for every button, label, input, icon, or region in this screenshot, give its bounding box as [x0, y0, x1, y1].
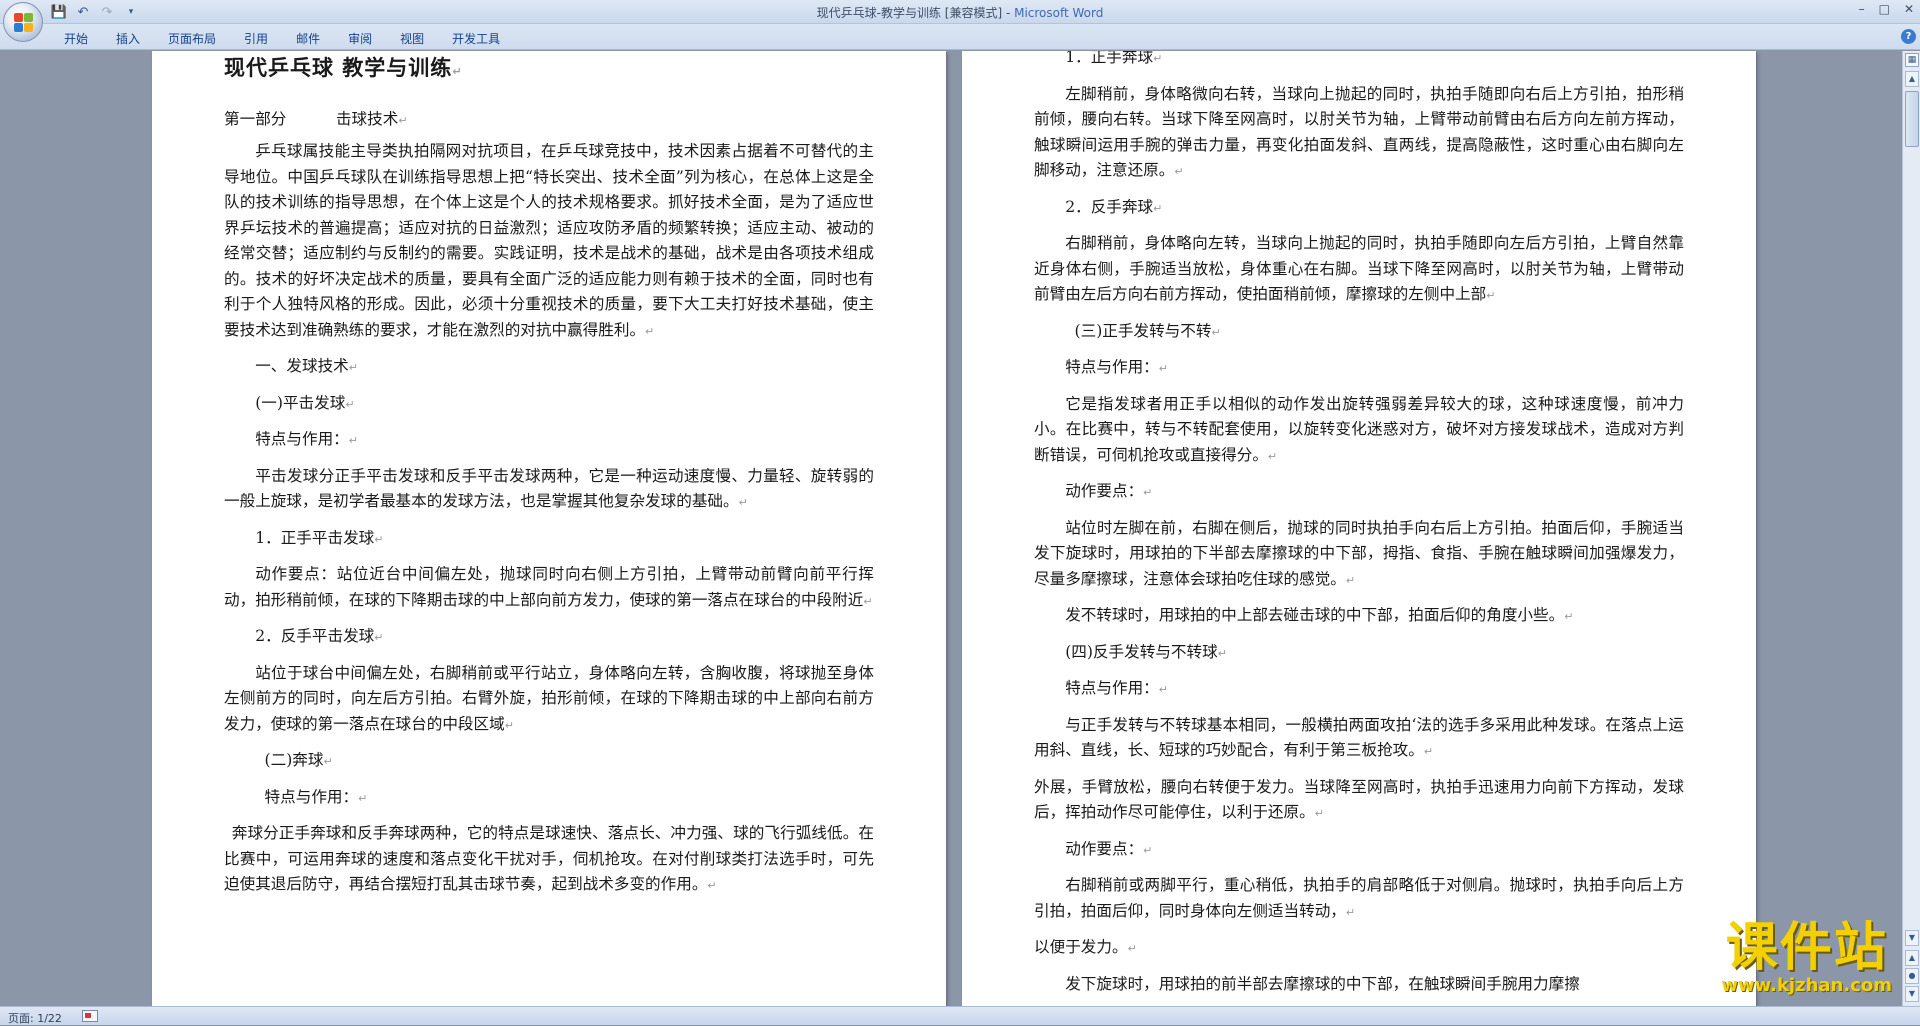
scroll-up-arrow-icon[interactable]: ▲ — [1905, 71, 1919, 87]
office-logo-icon — [14, 13, 34, 33]
vertical-scrollbar[interactable]: ▦ ▲ ▼ ▲ ● ▼ — [1902, 51, 1920, 1006]
heading: (三)正手发转与不转↵ — [1074, 321, 1221, 340]
heading: (四)反手发转与不转球↵ — [1065, 642, 1227, 661]
document-workspace: 现代乒乓球 教学与训练↵ 第一部分 击球技术↵ 乒乓球属技能主导类执拍隔网对抗项… — [0, 51, 1902, 1006]
tab-view[interactable]: 视图 — [386, 28, 438, 50]
paragraph: 站位于球台中间偏左处，右脚稍前或平行站立，身体略向左转，含胸收腹，将球抛至身体左… — [224, 663, 874, 733]
site-watermark: 课件站 www.kjzhan.com — [1721, 920, 1892, 996]
tab-page-layout[interactable]: 页面布局 — [154, 28, 230, 50]
heading: (一)平击发球↵ — [255, 393, 355, 412]
watermark-logo-text: 课件站 — [1725, 918, 1888, 978]
heading: 1．正手平击发球↵ — [255, 528, 384, 547]
paragraph: 动作要点：站位近台中间偏左处，抛球同时向右侧上方引拍，上臂带动前臂向前平行挥动，… — [224, 565, 874, 609]
heading: 动作要点：↵ — [1065, 839, 1153, 858]
document-name: 现代乒乓球-教学与训练 [兼容模式] - — [816, 6, 1015, 20]
help-icon[interactable]: ? — [1901, 29, 1916, 44]
paragraph: 发不转球时，用球拍的中上部去碰击球的中下部，拍面后仰的角度小些。↵ — [1065, 606, 1574, 624]
page-content: 1．正手奔球↵ 左脚稍前，身体略微向右转，当球向上抛起的同时，执拍手随即向右后上… — [1034, 51, 1684, 1006]
status-bar: 页面: 1/22 — [0, 1006, 1920, 1025]
view-ruler-button[interactable]: ▦ — [1905, 53, 1919, 67]
paragraph: 平击发球分正手平击发球和反手平击发球两种，它是一种运动速度慢、力量轻、旋转弱的一… — [224, 466, 874, 511]
close-icon[interactable]: ✕ — [1904, 2, 1914, 16]
paragraph: 奔球分正手奔球和反手奔球两种，它的特点是球速快、落点长、冲力强、球的飞行弧线低。… — [224, 824, 874, 893]
browse-object-icon[interactable]: ● — [1905, 968, 1919, 984]
paragraph: 右脚稍前，身体略向左转，当球向上抛起的同时，执拍手随即向左后方引拍，上臂自然靠近… — [1034, 234, 1684, 303]
paragraph: 外展，手臂放松，腰向右转便于发力。当球降至网高时，执拍手迅速用力向前下方挥动，发… — [1034, 777, 1684, 822]
tab-home[interactable]: 开始 — [50, 28, 102, 50]
office-button[interactable] — [3, 2, 43, 42]
heading: 特点与作用：↵ — [1065, 679, 1168, 697]
ribbon-tab-row: 开始 插入 页面布局 引用 邮件 审阅 视图 开发工具 ? — [0, 24, 1920, 50]
watermark-url: www.kjzhan.com — [1721, 975, 1892, 996]
paragraph: 它是指发球者用正手以相似的动作发出旋转强弱差异较大的球，这种球速度慢，前冲力小。… — [1034, 394, 1684, 464]
next-page-icon[interactable]: ▼ — [1905, 986, 1919, 1002]
app-name: Microsoft Word — [1014, 6, 1104, 20]
heading: 动作要点：↵ — [1065, 482, 1153, 500]
scroll-thumb[interactable] — [1905, 91, 1919, 147]
heading: 2．反手奔球↵ — [1065, 197, 1163, 216]
ribbon-tabs: 开始 插入 页面布局 引用 邮件 审阅 视图 开发工具 — [50, 28, 514, 50]
section-heading: 第一部分 击球技术↵ — [224, 109, 408, 128]
paragraph: 以便于发力。↵ — [1034, 938, 1137, 956]
heading: 1．正手奔球↵ — [1065, 51, 1163, 66]
scroll-down-arrow-icon[interactable]: ▼ — [1905, 930, 1919, 946]
paragraph: 与正手发转与不转球基本相同，一般横拍两面攻拍‘法的选手多采用此种发球。在落点上运… — [1034, 715, 1684, 760]
paragraph: 发下旋球时，用球拍的前半部去摩擦球的中下部，在触球瞬间手腕用力摩擦 — [1065, 974, 1580, 993]
heading: (二)奔球↵ — [264, 751, 333, 769]
previous-page-icon[interactable]: ▲ — [1905, 950, 1919, 966]
paragraph: 站位时左脚在前，右脚在侧后，抛球的同时执拍手向右后上方引拍。拍面后仰，手腕适当发… — [1034, 518, 1684, 588]
heading: 特点与作用：↵ — [255, 430, 358, 448]
page-number-indicator[interactable]: 页面: 1/22 — [8, 1010, 62, 1026]
paragraph: 右脚稍前或两脚平行，重心稍低，执拍手的肩部略低于对侧肩。抛球时，执拍手向后上方引… — [1034, 876, 1684, 920]
heading: 特点与作用：↵ — [264, 787, 368, 806]
page-content: 现代乒乓球 教学与训练↵ 第一部分 击球技术↵ 乒乓球属技能主导类执拍隔网对抗项… — [224, 51, 874, 909]
tab-mailings[interactable]: 邮件 — [282, 28, 334, 50]
tab-references[interactable]: 引用 — [230, 28, 282, 50]
heading: 特点与作用：↵ — [1065, 358, 1168, 376]
window-title: 现代乒乓球-教学与训练 [兼容模式] - Microsoft Word — [0, 4, 1920, 21]
document-page-right[interactable]: 1．正手奔球↵ 左脚稍前，身体略微向右转，当球向上抛起的同时，执拍手随即向右后上… — [962, 51, 1756, 1006]
maximize-icon[interactable]: □ — [1879, 2, 1890, 16]
paragraph: 乒乓球属技能主导类执拍隔网对抗项目，在乒乓球竞技中，技术因素占据着不可替代的主导… — [224, 142, 874, 339]
document-page-left[interactable]: 现代乒乓球 教学与训练↵ 第一部分 击球技术↵ 乒乓球属技能主导类执拍隔网对抗项… — [152, 51, 946, 1006]
heading: 一、发球技术↵ — [255, 357, 358, 375]
document-title: 现代乒乓球 教学与训练↵ — [224, 55, 463, 80]
tab-review[interactable]: 审阅 — [334, 28, 386, 50]
tab-developer[interactable]: 开发工具 — [438, 28, 514, 50]
heading: 2．反手平击发球↵ — [255, 627, 384, 645]
title-bar: 💾 ↶ ↷ ▾ 现代乒乓球-教学与训练 [兼容模式] - Microsoft W… — [0, 0, 1920, 24]
macro-recording-icon[interactable] — [82, 1010, 98, 1022]
tab-insert[interactable]: 插入 — [102, 28, 154, 50]
window-controls: – □ ✕ — [1859, 2, 1914, 16]
minimize-icon[interactable]: – — [1859, 2, 1865, 16]
paragraph: 左脚稍前，身体略微向右转，当球向上抛起的同时，执拍手随即向右后上方引拍，拍形稍前… — [1034, 84, 1684, 180]
